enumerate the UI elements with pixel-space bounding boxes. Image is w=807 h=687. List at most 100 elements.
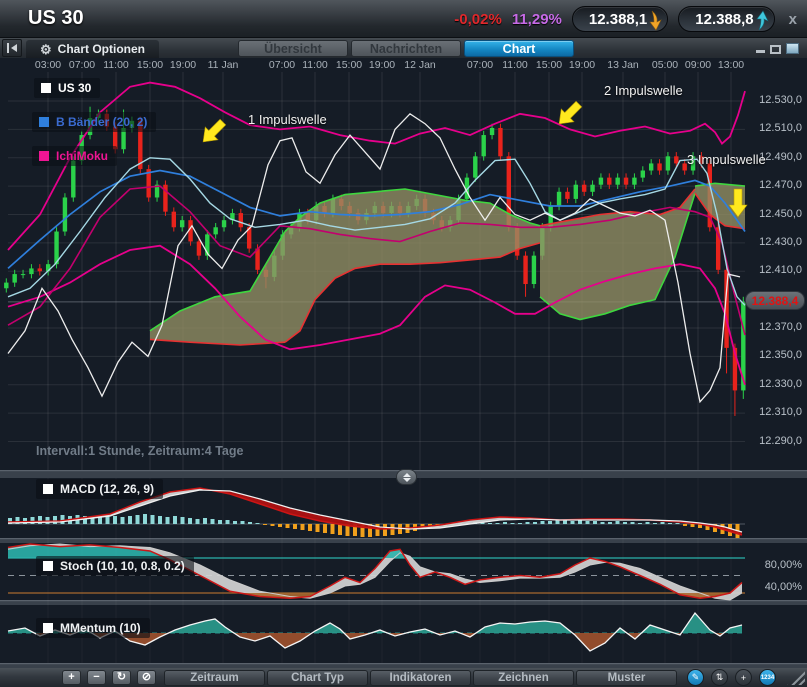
legend-label: B Bänder (20, 2) [56,115,147,129]
bottom-toolbar: + − ↻ ⊘ Zeitraum Chart Typ Indikatoren Z… [0,668,807,687]
legend-item-bollinger[interactable]: B Bänder (20, 2) [32,112,156,132]
price-tick-label: 12.290,0 [745,435,802,447]
tabbar: ⚙ Chart Optionen Übersicht Nachrichten C… [0,38,807,58]
time-tick-label: 09:00 [685,59,711,71]
interval-status-text: Intervall:1 Stunde, Zeitraum:4 Tage [36,444,243,458]
series-color-swatch [41,83,51,93]
series-color-swatch [43,484,53,494]
chart-options-button[interactable]: ⚙ Chart Optionen [26,40,159,58]
maximize-icon[interactable] [786,43,799,54]
toolbar-menus: Zeitraum Chart Typ Indikatoren Zeichnen … [164,670,677,686]
time-tick-label: 15:00 [536,59,562,71]
disable-icon[interactable]: ⊘ [137,670,156,685]
resize-handle[interactable] [787,671,805,685]
price-tick-label: 12.330,0 [745,378,802,390]
trading-app-window: US 30 -0,02% 11,29% 12.388,1 12.388,8 x [0,0,807,687]
range-percent: 11,29% [512,11,562,28]
indicator-name: Stoch (10, 10, 0.8, 0.2) [60,559,185,573]
menu-zeitraum[interactable]: Zeitraum [164,670,265,686]
time-tick-label: 15:00 [336,59,362,71]
gear-icon: ⚙ [40,43,52,56]
window-controls [756,42,799,54]
price-tick-label: 12.510,0 [745,122,802,134]
change-percent: -0,02% [454,11,502,28]
time-tick-label: 07:00 [69,59,95,71]
dock-left-icon [6,43,18,53]
price-tick-label: 12.470,0 [745,179,802,191]
price-tick-label: 12.410,0 [745,264,802,276]
time-tick-label: 15:00 [137,59,163,71]
time-tick-label: 07:00 [269,59,295,71]
indicator-name: MMentum (10) [60,621,141,635]
chart-options-label: Chart Optionen [58,42,145,56]
instrument-title: US 30 [28,7,84,30]
time-tick-label: 19:00 [170,59,196,71]
sell-price: 12.388,1 [589,11,647,28]
updown-arrows-icon[interactable]: ⇅ [711,669,728,686]
close-icon[interactable]: x [785,11,801,28]
time-tick-label: 19:00 [569,59,595,71]
numbers-icon[interactable]: 1234 [759,669,776,686]
price-chart-canvas[interactable] [0,58,807,668]
tab-nachrichten[interactable]: Nachrichten [351,40,461,57]
current-price-badge: 12.388,4 [745,291,805,310]
collapse-panel-icon[interactable] [2,39,22,57]
impulse-annotation-2: 2 Impulswelle [604,83,683,98]
restore-icon[interactable] [770,45,781,54]
stoch-level-label: 80,00% [745,559,802,571]
impulse-annotation-3: 3 Impulswelle [687,152,766,167]
tab-uebersicht[interactable]: Übersicht [238,40,348,57]
impulse-annotation-1: 1 Impulswelle [248,112,327,127]
time-tick-label: 11:00 [103,59,129,71]
toolbar-icons: ✎ ⇅ + 1234 [687,669,776,686]
chart-area: US 30 B Bänder (20, 2) IchiMoku Interval… [0,58,807,668]
menu-indikatoren[interactable]: Indikatoren [370,670,471,686]
numbers-label: 1234 [761,675,774,681]
series-color-swatch [39,117,49,127]
pencil-icon[interactable]: ✎ [687,669,704,686]
crosshair-icon[interactable]: + [735,669,752,686]
time-tick-label: 11:00 [302,59,328,71]
series-color-swatch [39,151,49,161]
time-tick-label: 05:00 [652,59,678,71]
time-tick-label: 07:00 [467,59,493,71]
macd-indicator-label[interactable]: MACD (12, 26, 9) [36,479,163,499]
titlebar: US 30 -0,02% 11,29% 12.388,1 12.388,8 x [0,0,807,38]
price-tick-label: 12.350,0 [745,349,802,361]
legend-label: US 30 [58,81,91,95]
momentum-indicator-label[interactable]: MMentum (10) [36,618,150,638]
tab-chart[interactable]: Chart [464,40,574,57]
sell-price-button[interactable]: 12.388,1 [572,6,668,32]
time-tick-label: 11:00 [502,59,528,71]
buy-price-button[interactable]: 12.388,8 [678,6,774,32]
menu-chart-typ[interactable]: Chart Typ [267,670,368,686]
minimize-icon[interactable] [756,50,765,53]
time-tick-label: 12 Jan [404,59,436,71]
price-tick-label: 12.370,0 [745,321,802,333]
price-tick-label: 12.450,0 [745,208,802,220]
legend-item-us30[interactable]: US 30 [34,78,100,98]
titlebar-right: -0,02% 11,29% 12.388,1 12.388,8 x [454,0,801,38]
chevron-down-icon [403,478,411,482]
series-color-swatch [43,623,53,633]
zoom-in-button[interactable]: + [62,670,81,685]
indicator-name: MACD (12, 26, 9) [60,482,154,496]
zoom-out-button[interactable]: − [87,670,106,685]
time-tick-label: 13:00 [718,59,744,71]
tabs: Übersicht Nachrichten Chart [238,40,574,57]
collapse-subcharts-button[interactable] [396,469,417,485]
menu-muster[interactable]: Muster [576,670,677,686]
legend-label: IchiMoku [56,149,108,163]
legend-item-ichimoku[interactable]: IchiMoku [32,146,117,166]
price-tick-label: 12.310,0 [745,406,802,418]
zoom-controls: + − ↻ ⊘ [62,670,156,685]
time-tick-label: 11 Jan [208,59,239,71]
time-tick-label: 13 Jan [607,59,639,71]
chevron-up-icon [403,473,411,477]
buy-price: 12.388,8 [695,11,753,28]
menu-zeichnen[interactable]: Zeichnen [473,670,574,686]
stoch-indicator-label[interactable]: Stoch (10, 10, 0.8, 0.2) [36,556,194,576]
time-tick-label: 03:00 [35,59,61,71]
refresh-icon[interactable]: ↻ [112,670,131,685]
buy-arrow-up-icon [755,10,772,31]
